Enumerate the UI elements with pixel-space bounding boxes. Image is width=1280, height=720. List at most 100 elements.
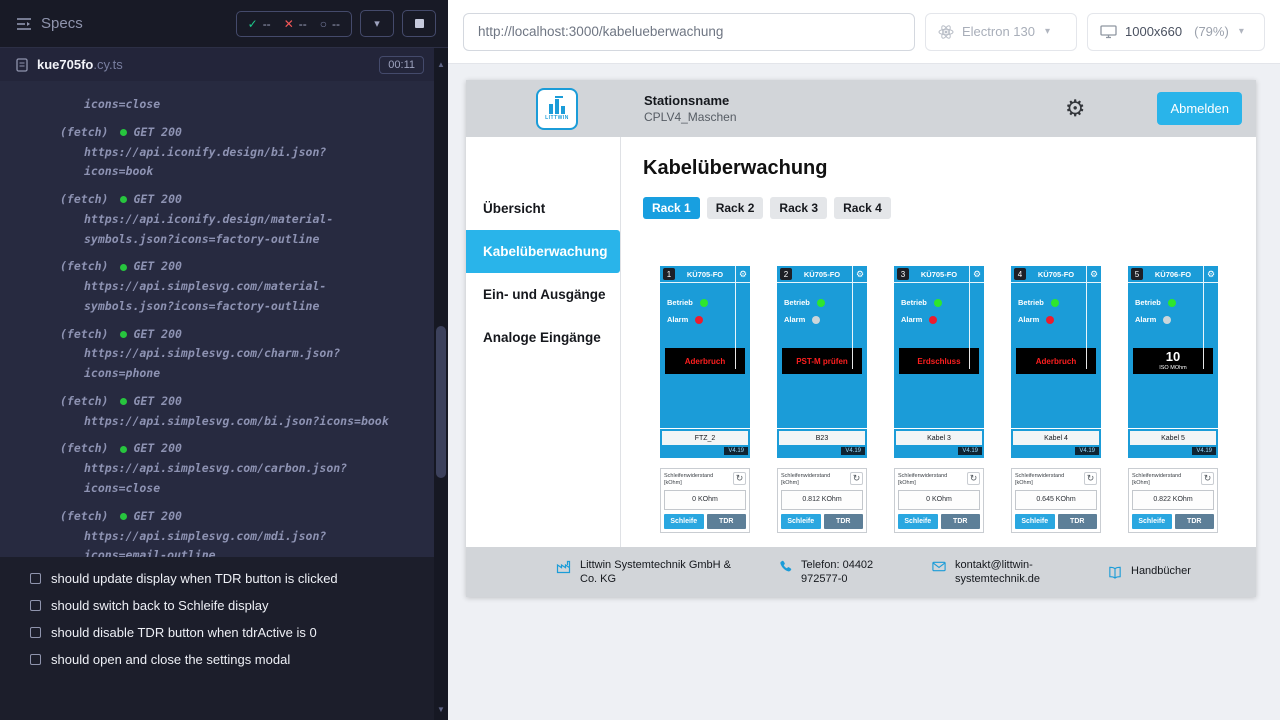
specs-label: Specs: [41, 15, 83, 32]
collapse-button[interactable]: ▾: [360, 10, 394, 37]
log-line-partial: icons=close: [60, 95, 418, 115]
cable-name-field[interactable]: Kabel 3: [896, 431, 982, 445]
device-cards: 1 KÜ705-FO ⚙ Betrieb Alarm Aderbruc: [660, 266, 1256, 533]
status-dot-icon: [120, 398, 127, 405]
url-input[interactable]: http://localhost:3000/kabelueberwachung: [463, 13, 915, 51]
card-gear-icon[interactable]: ⚙: [852, 266, 867, 282]
cable-name-field[interactable]: B23: [779, 431, 865, 445]
log-entry[interactable]: (fetch)GET 200 https://api.simplesvg.com…: [60, 325, 418, 384]
test-runner-panel: Specs ✓-- ✕-- ○-- ▾ kue705fo .cy.ts 00:1…: [0, 0, 448, 720]
resistance-value: 0.822 KOhm: [1132, 490, 1214, 510]
spec-file-icon: [16, 58, 28, 72]
schleife-button[interactable]: Schleife: [781, 514, 821, 529]
cable-name-field[interactable]: Kabel 4: [1013, 431, 1099, 445]
device-model: KÜ706-FO: [1143, 266, 1203, 282]
slot-number-badge: 2: [780, 268, 792, 280]
specs-button[interactable]: Specs: [16, 15, 83, 32]
tdr-button[interactable]: TDR: [1058, 514, 1098, 529]
status-display: PST-M prüfen: [782, 348, 862, 374]
test-item[interactable]: should disable TDR button when tdrActive…: [0, 619, 434, 646]
scroll-up-icon[interactable]: ▲: [434, 60, 448, 69]
rack-tabs: Rack 1 Rack 2 Rack 3 Rack 4: [643, 197, 1256, 219]
runner-header: Specs ✓-- ✕-- ○-- ▾: [0, 0, 448, 48]
status-dot-icon: [120, 446, 127, 453]
app-body: Übersicht Kabelüberwachung Ein- und Ausg…: [466, 137, 1256, 547]
littwin-logo: LITTWIN: [536, 88, 578, 130]
cable-name-field[interactable]: Kabel 5: [1130, 431, 1216, 445]
factory-icon: [556, 559, 572, 575]
spec-timer: 00:11: [379, 56, 424, 74]
tab-rack-1[interactable]: Rack 1: [643, 197, 700, 219]
status-dot-icon: [120, 196, 127, 203]
footer-company[interactable]: Littwin Systemtechnik GmbH & Co. KG: [556, 558, 748, 587]
footer-manuals-link[interactable]: Handbücher: [1107, 564, 1191, 580]
log-entry[interactable]: (fetch)GET 200 https://api.simplesvg.com…: [60, 392, 418, 432]
email-address: kontakt@littwin-systemtechnik.de: [955, 558, 1077, 587]
schleife-button[interactable]: Schleife: [1015, 514, 1055, 529]
schleife-button[interactable]: Schleife: [664, 514, 704, 529]
station-label: Stationsname: [644, 93, 737, 108]
log-entry[interactable]: (fetch)GET 200 https://api.simplesvg.com…: [60, 257, 418, 316]
log-entry[interactable]: (fetch)GET 200 https://api.iconify.desig…: [60, 190, 418, 249]
card-gear-icon[interactable]: ⚙: [735, 266, 750, 282]
fetch-label: (fetch): [60, 507, 108, 527]
tab-rack-2[interactable]: Rack 2: [707, 197, 764, 219]
test-item[interactable]: should open and close the settings modal: [0, 646, 434, 673]
firmware-version: V4.19: [724, 447, 748, 455]
device-panel: 5 KÜ706-FO ⚙ Betrieb Alarm: [1128, 266, 1218, 458]
footer-email[interactable]: kontakt@littwin-systemtechnik.de: [931, 558, 1077, 587]
electron-icon: [938, 24, 954, 40]
card-gear-icon[interactable]: ⚙: [969, 266, 984, 282]
viewport-icon: [1100, 24, 1117, 39]
tdr-button[interactable]: TDR: [824, 514, 864, 529]
stop-run-button[interactable]: [402, 10, 436, 37]
cable-name-field[interactable]: FTZ_2: [662, 431, 748, 445]
sidebar-item-ein-und-ausgaenge[interactable]: Ein- und Ausgänge: [466, 273, 620, 316]
schleife-button[interactable]: Schleife: [1132, 514, 1172, 529]
sidebar-item-analoge-eingaenge[interactable]: Analoge Eingänge: [466, 316, 620, 359]
refresh-icon[interactable]: ↻: [967, 472, 980, 485]
refresh-icon[interactable]: ↻: [733, 472, 746, 485]
refresh-icon[interactable]: ↻: [1201, 472, 1214, 485]
spec-header[interactable]: kue705fo .cy.ts 00:11: [0, 48, 434, 81]
device-card: 4 KÜ705-FO ⚙ Betrieb Alarm Aderbruc: [1011, 266, 1101, 533]
tdr-button[interactable]: TDR: [1175, 514, 1215, 529]
card-gear-icon[interactable]: ⚙: [1203, 266, 1218, 282]
resistance-panel: Schleifenwiderstand [kOhm] ↻ 0.822 KOhm …: [1128, 468, 1218, 533]
refresh-icon[interactable]: ↻: [1084, 472, 1097, 485]
browser-select[interactable]: Electron 130 ▾: [925, 13, 1077, 51]
device-panel: 4 KÜ705-FO ⚙ Betrieb Alarm Aderbruc: [1011, 266, 1101, 458]
resistance-label: Schleifenwiderstand [kOhm]: [664, 472, 731, 487]
log-entry[interactable]: (fetch)GET 200 https://api.iconify.desig…: [60, 123, 418, 182]
http-status: GET 200: [133, 439, 181, 459]
request-url: https://api.iconify.design/material-symb…: [60, 210, 390, 250]
stop-icon: [415, 19, 424, 28]
scrollbar-thumb[interactable]: [436, 326, 446, 478]
sidebar-item-uebersicht[interactable]: Übersicht: [466, 187, 620, 230]
card-gear-icon[interactable]: ⚙: [1086, 266, 1101, 282]
test-state-icon: [30, 654, 41, 665]
resistance-panel: Schleifenwiderstand [kOhm] ↻ 0 KOhm Schl…: [660, 468, 750, 533]
log-entry[interactable]: (fetch)GET 200 https://api.simplesvg.com…: [60, 439, 418, 498]
tab-rack-4[interactable]: Rack 4: [834, 197, 891, 219]
refresh-icon[interactable]: ↻: [850, 472, 863, 485]
tdr-button[interactable]: TDR: [941, 514, 981, 529]
alarm-label: Alarm: [667, 315, 688, 324]
schleife-button[interactable]: Schleife: [898, 514, 938, 529]
sidebar-item-kabelueberwachung[interactable]: Kabelüberwachung: [466, 230, 620, 273]
resistance-value: 0.812 KOhm: [781, 490, 863, 510]
chevron-down-icon: ▾: [1239, 26, 1244, 37]
tdr-button[interactable]: TDR: [707, 514, 747, 529]
alarm-led: [929, 316, 937, 324]
test-item[interactable]: should update display when TDR button is…: [0, 565, 434, 592]
test-item[interactable]: should switch back to Schleife display: [0, 592, 434, 619]
settings-gear-icon[interactable]: ⚙: [1065, 97, 1086, 120]
viewport-select[interactable]: 1000x660 (79%) ▾: [1087, 13, 1265, 51]
logout-button[interactable]: Abmelden: [1157, 92, 1242, 125]
tab-rack-3[interactable]: Rack 3: [770, 197, 827, 219]
runner-scrollbar[interactable]: ▲ ▼: [434, 48, 448, 720]
test-title: should open and close the settings modal: [51, 652, 290, 667]
scroll-down-icon[interactable]: ▼: [434, 705, 448, 714]
log-entry[interactable]: (fetch)GET 200 https://api.simplesvg.com…: [60, 507, 418, 557]
resistance-label: Schleifenwiderstand [kOhm]: [1015, 472, 1082, 487]
